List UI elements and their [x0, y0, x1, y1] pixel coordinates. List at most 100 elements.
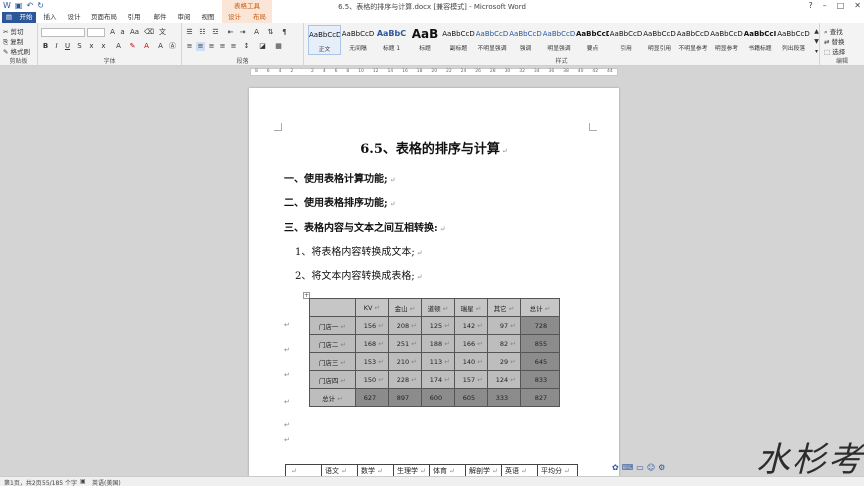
table-cell[interactable]: 门店四 ↵: [309, 370, 356, 389]
table-cell[interactable]: 142 ↵: [454, 316, 488, 335]
borders-icon[interactable]: ▦: [274, 42, 283, 51]
table-cell[interactable]: ↵: [285, 464, 322, 477]
table-cell[interactable]: [309, 298, 356, 317]
tab-mailings[interactable]: 邮件: [150, 12, 170, 23]
language-indicator[interactable]: 英语(美国): [92, 478, 121, 486]
distributed-icon[interactable]: ≡: [229, 42, 238, 51]
table-cell[interactable]: 150 ↵: [355, 370, 389, 389]
superscript-icon[interactable]: x: [99, 42, 108, 51]
text-effects-icon[interactable]: A: [114, 42, 123, 51]
tab-insert[interactable]: 插入: [40, 12, 60, 23]
tab-references[interactable]: 引用: [124, 12, 144, 23]
subscript-icon[interactable]: x: [87, 42, 96, 51]
page-count[interactable]: 第1页，共2页: [4, 478, 42, 486]
line-spacing-icon[interactable]: ↕: [242, 42, 251, 51]
shading-icon[interactable]: ◪: [258, 42, 267, 51]
table-cell[interactable]: 333 ↵: [487, 388, 521, 407]
table-cell[interactable]: 97 ↵: [487, 316, 521, 335]
table-cell[interactable]: 平均分 ↵: [537, 464, 578, 477]
style-item[interactable]: AaBbCcD 无间隔: [342, 25, 375, 55]
table-cell[interactable]: 174 ↵: [421, 370, 455, 389]
table-cell[interactable]: 82 ↵: [487, 334, 521, 353]
phonetic-icon[interactable]: 文: [158, 28, 167, 37]
cut-button[interactable]: ✂ 剪切: [3, 26, 24, 36]
document-page[interactable]: 6.5、表格的排序与计算 ↵ 一、使用表格计算功能; ↵ 二、使用表格排序功能; ↵ …: [249, 88, 619, 486]
table-cell[interactable]: 金山 ↵: [388, 298, 422, 317]
table-cell[interactable]: 251 ↵: [388, 334, 422, 353]
numbering-icon[interactable]: ☷: [198, 28, 207, 37]
table-cell[interactable]: 数学 ↵: [357, 464, 394, 477]
table-cell[interactable]: 体育 ↵: [429, 464, 466, 477]
table-cell[interactable]: 瑞星 ↵: [454, 298, 488, 317]
show-marks-icon[interactable]: ¶: [280, 28, 289, 37]
table-cell[interactable]: 188 ↵: [421, 334, 455, 353]
table-cell[interactable]: 166 ↵: [454, 334, 488, 353]
table-cell[interactable]: 道顿 ↵: [421, 298, 455, 317]
table-cell[interactable]: 语文 ↵: [321, 464, 358, 477]
tab-design[interactable]: 设计: [64, 12, 84, 23]
font-name-field[interactable]: [41, 28, 85, 37]
bullets-icon[interactable]: ☰: [185, 28, 194, 37]
strikethrough-icon[interactable]: S: [75, 42, 84, 51]
table-cell[interactable]: 英语 ↵: [501, 464, 538, 477]
style-item[interactable]: AaBbCcD 引用: [610, 25, 643, 55]
text-icon[interactable]: ▭: [636, 463, 644, 475]
style-item[interactable]: AaBbCcI 书籍标题: [744, 25, 777, 55]
style-item[interactable]: AaBbCcD 列出段落: [777, 25, 810, 55]
minimize-icon[interactable]: –: [823, 1, 827, 10]
style-item[interactable]: AaBbCcD 要点: [576, 25, 609, 55]
table-cell[interactable]: 153 ↵: [355, 352, 389, 371]
chinese-layout-icon[interactable]: A: [252, 28, 261, 37]
table-cell[interactable]: 855 ↵: [520, 334, 560, 353]
table-cell[interactable]: 228 ↵: [388, 370, 422, 389]
file-tab[interactable]: ▤: [2, 12, 16, 23]
keyboard-icon[interactable]: ⌨: [622, 463, 634, 475]
table-cell[interactable]: 833 ↵: [520, 370, 560, 389]
word-count[interactable]: 55/185 个字: [42, 478, 77, 486]
change-case-icon[interactable]: Aa: [130, 28, 139, 37]
table-cell[interactable]: 解剖学 ↵: [465, 464, 502, 477]
style-item[interactable]: AaBbCcD 不明显参考: [677, 25, 710, 55]
font-color-icon[interactable]: A: [142, 42, 151, 51]
align-left-icon[interactable]: ≡: [185, 42, 194, 51]
gear-icon[interactable]: ⚙: [658, 463, 665, 475]
table-cell[interactable]: 605 ↵: [454, 388, 488, 407]
style-item[interactable]: AaBbCcD 强调: [509, 25, 542, 55]
shrink-font-icon[interactable]: a: [118, 28, 127, 37]
paint-icon[interactable]: ✿: [612, 463, 619, 475]
table-cell[interactable]: 210 ↵: [388, 352, 422, 371]
close-icon[interactable]: ✕: [854, 1, 861, 10]
bold-button[interactable]: B: [41, 42, 50, 51]
grow-font-icon[interactable]: A: [108, 28, 117, 37]
increase-indent-icon[interactable]: ⇥: [238, 28, 247, 37]
table-cell[interactable]: 门店二 ↵: [309, 334, 356, 353]
table-cell[interactable]: 156 ↵: [355, 316, 389, 335]
tab-view[interactable]: 视图: [198, 12, 218, 23]
align-right-icon[interactable]: ≡: [207, 42, 216, 51]
style-item[interactable]: AaBbC 标题 1: [375, 25, 408, 55]
table-cell[interactable]: 627 ↵: [355, 388, 389, 407]
table-cell[interactable]: 728 ↵: [520, 316, 560, 335]
align-center-icon[interactable]: ≡: [196, 42, 205, 51]
table-cell[interactable]: 29 ↵: [487, 352, 521, 371]
char-shading-icon[interactable]: A: [156, 42, 165, 51]
tab-table-layout[interactable]: 布局: [247, 12, 272, 23]
table-cell[interactable]: 157 ↵: [454, 370, 488, 389]
table-cell[interactable]: KV ↵: [355, 298, 389, 317]
sort-icon[interactable]: ⇅: [266, 28, 275, 37]
table-cell[interactable]: 总计 ↵: [309, 388, 356, 407]
table-cell[interactable]: 600 ↵: [421, 388, 455, 407]
table-cell[interactable]: 生理学 ↵: [393, 464, 430, 477]
style-item[interactable]: AaBbCcD 明显强调: [543, 25, 576, 55]
table-cell[interactable]: 其它 ↵: [487, 298, 521, 317]
proofing-icon[interactable]: ▣: [80, 478, 86, 485]
highlight-icon[interactable]: ✎: [128, 42, 137, 51]
select-button[interactable]: ⬚ 选择: [824, 46, 845, 56]
table-cell[interactable]: 897 ↵: [388, 388, 422, 407]
tab-review[interactable]: 审阅: [174, 12, 194, 23]
table-cell[interactable]: 645 ↵: [520, 352, 560, 371]
justify-icon[interactable]: ≡: [218, 42, 227, 51]
enclose-char-icon[interactable]: Ⓐ: [168, 42, 177, 51]
tab-page-layout[interactable]: 页面布局: [88, 12, 120, 23]
italic-button[interactable]: I: [52, 42, 61, 51]
